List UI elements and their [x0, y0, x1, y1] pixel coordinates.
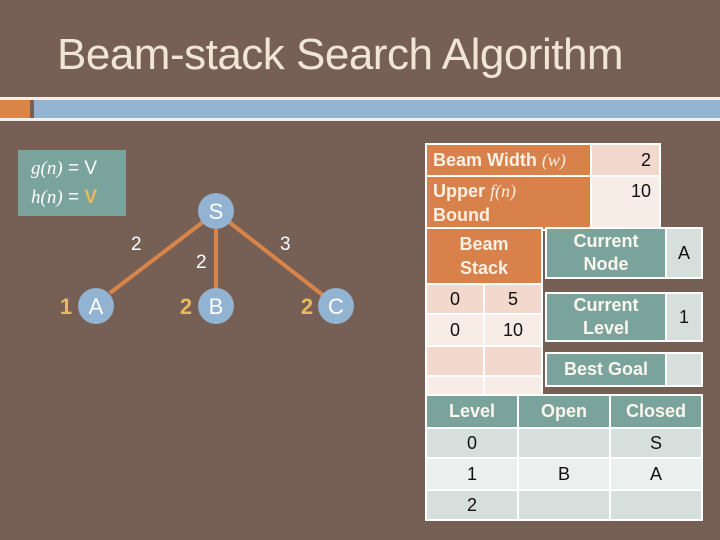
- beam-stack-table: Beam Stack 0 5 0 10: [425, 227, 543, 397]
- parameters-table: Beam Width (w) 2 Upper f(n) Bound 10: [425, 143, 661, 231]
- levels-cell: 1: [425, 457, 519, 491]
- levels-cell: 0: [425, 427, 519, 459]
- current-node-text-1: Current: [573, 231, 639, 251]
- node-s-label: S: [209, 199, 224, 224]
- beam-width-value: 2: [590, 143, 661, 177]
- beam-width-label: Beam Width (w): [425, 143, 592, 177]
- beam-stack-cell: 0: [425, 283, 485, 315]
- current-level-value: 1: [665, 292, 703, 342]
- upper-symbol: f(n): [490, 181, 517, 201]
- current-node-value: A: [665, 227, 703, 279]
- beam-stack-row: 0 5: [425, 283, 543, 315]
- current-level-text-2: Level: [582, 318, 630, 338]
- levels-table: Level Open Closed 0 S 1 B A 2: [425, 394, 703, 521]
- node-b-label: B: [209, 294, 224, 319]
- edge-cost-s-b: 2: [196, 252, 207, 273]
- current-level-text-1: Current: [573, 295, 639, 315]
- beam-stack-header-1: Beam: [459, 234, 509, 254]
- beam-stack-header-2: Stack: [459, 258, 509, 278]
- beam-stack-cell: 10: [483, 313, 543, 347]
- current-level-box: Current Level 1: [545, 292, 703, 342]
- node-a-label: A: [89, 294, 104, 319]
- levels-cell: [609, 489, 703, 521]
- upper-text: Upper: [433, 181, 486, 201]
- beam-stack-cell: [425, 345, 485, 377]
- best-goal-value: [665, 352, 703, 387]
- beam-stack-cell: [425, 375, 485, 397]
- bound-text: Bound: [433, 205, 490, 225]
- upper-bound-value: 10: [590, 175, 661, 231]
- current-node-text-2: Node: [583, 254, 629, 274]
- edge-s-a: [108, 220, 205, 295]
- node-c-label: C: [328, 294, 344, 319]
- beam-stack-cell: [483, 375, 543, 397]
- beam-stack-cell: 5: [483, 283, 543, 315]
- levels-cell: [517, 427, 611, 459]
- beam-stack-header: Beam Stack: [425, 227, 543, 285]
- beam-stack-cell: [483, 345, 543, 377]
- levels-cell: S: [609, 427, 703, 459]
- levels-cell: 2: [425, 489, 519, 521]
- levels-cell: B: [517, 457, 611, 491]
- beam-width-text: Beam Width: [433, 149, 537, 170]
- current-node-box: Current Node A: [545, 227, 703, 279]
- levels-row: 0 S: [425, 427, 703, 459]
- beam-stack-row: 0 10: [425, 313, 543, 347]
- current-node-label: Current Node: [545, 227, 667, 279]
- edge-cost-s-a: 2: [131, 234, 142, 255]
- upper-bound-label: Upper f(n) Bound: [425, 175, 592, 231]
- levels-cell: A: [609, 457, 703, 491]
- levels-row: 2: [425, 489, 703, 521]
- beam-stack-row: [425, 345, 543, 377]
- best-goal-box: Best Goal: [545, 352, 703, 387]
- current-level-label: Current Level: [545, 292, 667, 342]
- levels-cell: [517, 489, 611, 521]
- beam-width-symbol: (w): [541, 149, 566, 170]
- edge-s-c: [227, 220, 326, 298]
- node-c-heuristic: 2: [301, 294, 313, 319]
- levels-row: 1 B A: [425, 457, 703, 491]
- edge-cost-s-c: 3: [280, 234, 291, 255]
- beam-stack-row: [425, 375, 543, 397]
- node-a-heuristic: 1: [60, 294, 72, 319]
- levels-header-level: Level: [425, 394, 519, 429]
- levels-header-open: Open: [517, 394, 611, 429]
- levels-header-closed: Closed: [609, 394, 703, 429]
- node-b-heuristic: 2: [180, 294, 192, 319]
- best-goal-label: Best Goal: [545, 352, 667, 387]
- beam-stack-cell: 0: [425, 313, 485, 347]
